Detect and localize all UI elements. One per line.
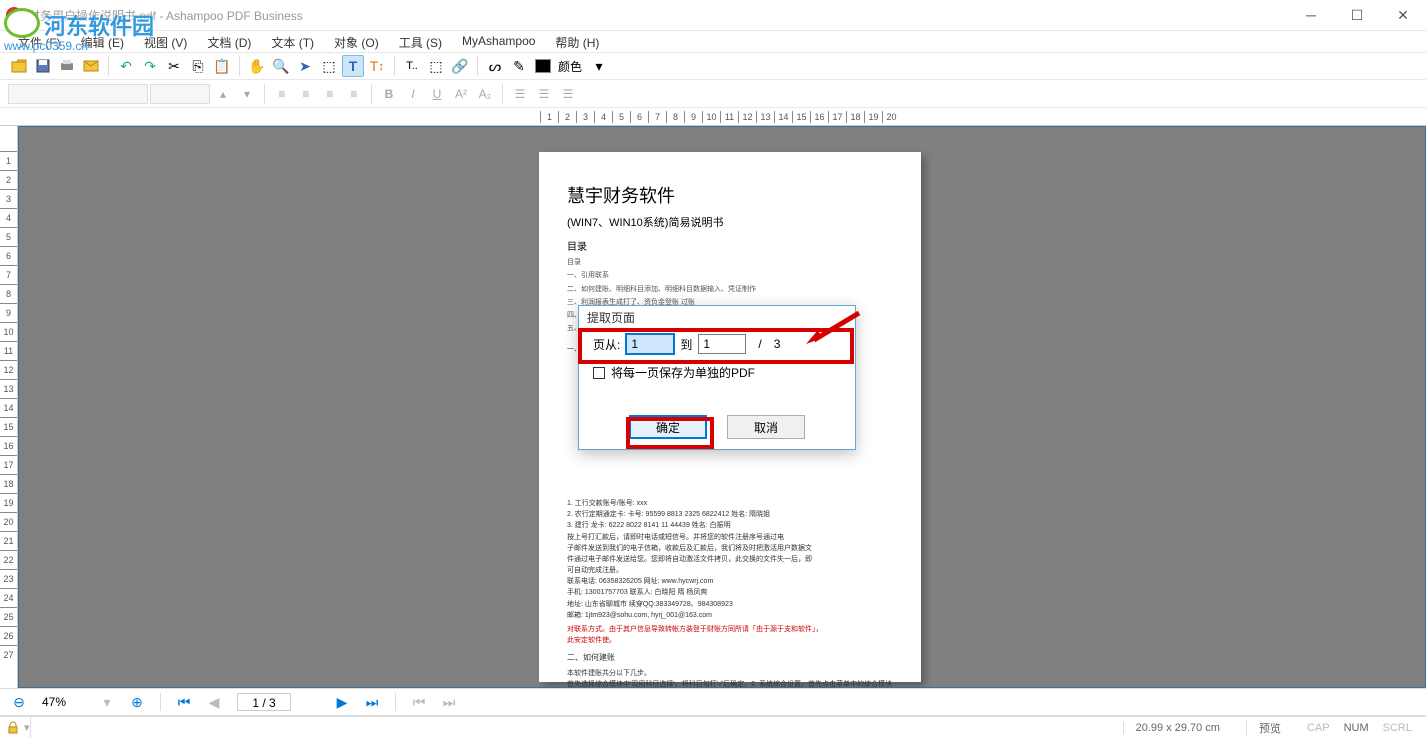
list-3-button[interactable]: ☰ <box>557 83 579 105</box>
color-label: 颜色 <box>558 58 582 75</box>
lock-icon <box>6 721 20 735</box>
font-size-combo[interactable] <box>150 84 210 104</box>
page-dimensions: 20.99 x 29.70 cm <box>1123 722 1232 734</box>
menu-help[interactable]: 帮助 (H) <box>545 31 609 52</box>
page-indicator[interactable]: 1 / 3 <box>237 693 291 711</box>
vertical-ruler: 1234567891011121314151617181920212223242… <box>0 126 18 688</box>
list-1-button[interactable]: ☰ <box>509 83 531 105</box>
align-justify-button[interactable]: ≡ <box>343 83 365 105</box>
menu-object[interactable]: 对象 (O) <box>324 31 389 52</box>
menu-tools[interactable]: 工具 (S) <box>389 31 452 52</box>
fwd-view-button[interactable]: ⏭ <box>438 691 460 713</box>
superscript-button[interactable]: A² <box>450 83 472 105</box>
total-pages-label: 3 <box>774 337 781 351</box>
navigation-bar: ⊖ 47% ▾ ⊕ ⏮ ◀ 1 / 3 ▶ ⏭ ⏮ ⏭ <box>0 688 1426 716</box>
num-indicator: NUM <box>1344 722 1369 734</box>
italic-button[interactable]: I <box>402 83 424 105</box>
hand-tool-button[interactable]: ✋ <box>246 55 268 77</box>
toc-heading: 目录 <box>567 238 893 253</box>
menu-myashampoo[interactable]: MyAshampoo <box>452 31 545 52</box>
menu-file[interactable]: 文件 (F) <box>8 31 71 52</box>
text-annotation-button[interactable]: T.. <box>401 55 423 77</box>
to-label: 到 <box>680 336 692 353</box>
cancel-button[interactable]: 取消 <box>727 415 805 439</box>
cut-button[interactable]: ✂ <box>163 55 185 77</box>
from-label: 页从: <box>593 336 620 353</box>
signature-button[interactable]: ᔕ <box>484 55 506 77</box>
zoom-tool-button[interactable]: 🔍 <box>270 55 292 77</box>
preview-label: 预览 <box>1246 720 1293 736</box>
last-page-button[interactable]: ⏭ <box>361 691 383 713</box>
underline-button[interactable]: U <box>426 83 448 105</box>
crop-button[interactable]: ⬚ <box>425 55 447 77</box>
horizontal-ruler: 1234567891011121314151617181920 <box>0 108 1426 126</box>
align-left-button[interactable]: ≡ <box>271 83 293 105</box>
menu-text[interactable]: 文本 (T) <box>261 31 324 52</box>
extract-pages-dialog: 提取页面 页从: 到 / 3 将每一页保存为单独的PDF 确定 取消 <box>578 305 856 450</box>
titlebar: 财务用户操作说明书.pdf - Ashampoo PDF Business ─ … <box>0 0 1426 30</box>
menubar: 文件 (F) 编辑 (E) 视图 (V) 文档 (D) 文本 (T) 对象 (O… <box>0 30 1426 52</box>
color-picker[interactable] <box>532 55 554 77</box>
bold-button[interactable]: B <box>378 83 400 105</box>
font-family-combo[interactable] <box>8 84 148 104</box>
font-size-down[interactable]: ▾ <box>236 83 258 105</box>
list-2-button[interactable]: ☰ <box>533 83 555 105</box>
next-page-button[interactable]: ▶ <box>331 691 353 713</box>
maximize-button[interactable]: ☐ <box>1334 0 1380 30</box>
highlight-button[interactable]: ✎ <box>508 55 530 77</box>
subscript-button[interactable]: A₂ <box>474 83 496 105</box>
copy-button[interactable]: ⎘ <box>187 55 209 77</box>
zoom-display[interactable]: 47% <box>38 695 88 709</box>
print-button[interactable] <box>56 55 78 77</box>
save-button[interactable] <box>32 55 54 77</box>
open-button[interactable] <box>8 55 30 77</box>
prev-page-button[interactable]: ◀ <box>203 691 225 713</box>
page-range-row: 页从: 到 / 3 <box>579 328 855 360</box>
align-center-button[interactable]: ≡ <box>295 83 317 105</box>
doc-warning: 对联系方式。由于其户信息导致转帐方装登于财账方同所请「由于源于支和软件」， 此安… <box>567 624 893 646</box>
color-dropdown[interactable]: ▾ <box>588 55 610 77</box>
zoom-dropdown[interactable]: ▾ <box>96 691 118 713</box>
menu-edit[interactable]: 编辑 (E) <box>71 31 134 52</box>
page-to-input[interactable] <box>698 334 746 354</box>
doc-subtitle: (WIN7、WIN10系统)简易说明书 <box>567 214 893 230</box>
undo-button[interactable]: ↶ <box>115 55 137 77</box>
dialog-title: 提取页面 <box>579 306 855 328</box>
minimize-button[interactable]: ─ <box>1288 0 1334 30</box>
align-right-button[interactable]: ≡ <box>319 83 341 105</box>
sep-label: / <box>758 337 761 351</box>
cap-indicator: CAP <box>1307 722 1330 734</box>
doc-sec2-body: 本软件建账共分以下几步。 首先选择综合模块中'现用科目选择'，将科目勾打'√'后… <box>567 668 893 688</box>
zoom-out-button[interactable]: ⊖ <box>8 691 30 713</box>
font-size-up[interactable]: ▴ <box>212 83 234 105</box>
pointer-tool-button[interactable]: ➤ <box>294 55 316 77</box>
snapshot-tool-button[interactable]: ⬚ <box>318 55 340 77</box>
main-toolbar: ↶ ↷ ✂ ⎘ 📋 ✋ 🔍 ➤ ⬚ T T↕ T.. ⬚ 🔗 ᔕ ✎ 颜色 ▾ <box>0 52 1426 80</box>
save-separate-label: 将每一页保存为单独的PDF <box>611 364 755 381</box>
doc-sec2-title: 二、如何建账 <box>567 652 893 665</box>
text-edit-button[interactable]: T↕ <box>366 55 388 77</box>
redo-button[interactable]: ↷ <box>139 55 161 77</box>
back-view-button[interactable]: ⏮ <box>408 691 430 713</box>
text-tool-button[interactable]: T <box>342 55 364 77</box>
app-icon <box>6 7 22 23</box>
scrl-indicator: SCRL <box>1383 722 1412 734</box>
page-from-input[interactable] <box>626 334 674 354</box>
zoom-in-button[interactable]: ⊕ <box>126 691 148 713</box>
window-title: 财务用户操作说明书.pdf - Ashampoo PDF Business <box>28 7 303 24</box>
menu-document[interactable]: 文档 (D) <box>197 31 261 52</box>
mail-button[interactable] <box>80 55 102 77</box>
save-separate-checkbox[interactable] <box>593 367 605 379</box>
menu-view[interactable]: 视图 (V) <box>134 31 197 52</box>
doc-body-contacts: 1. 工行交款账号/账号: xxx 2. 农行定期通定卡: 卡号: 95599 … <box>567 498 893 621</box>
close-button[interactable]: ✕ <box>1380 0 1426 30</box>
format-toolbar: ▴ ▾ ≡ ≡ ≡ ≡ B I U A² A₂ ☰ ☰ ☰ <box>0 80 1426 108</box>
paste-button[interactable]: 📋 <box>211 55 233 77</box>
statusbar: ▾ 20.99 x 29.70 cm 预览 CAP NUM SCRL <box>0 716 1426 738</box>
first-page-button[interactable]: ⏮ <box>173 691 195 713</box>
ok-button[interactable]: 确定 <box>629 415 707 439</box>
doc-title: 慧宇财务软件 <box>567 182 893 208</box>
save-separate-row: 将每一页保存为单独的PDF <box>579 360 855 385</box>
link-button[interactable]: 🔗 <box>449 55 471 77</box>
